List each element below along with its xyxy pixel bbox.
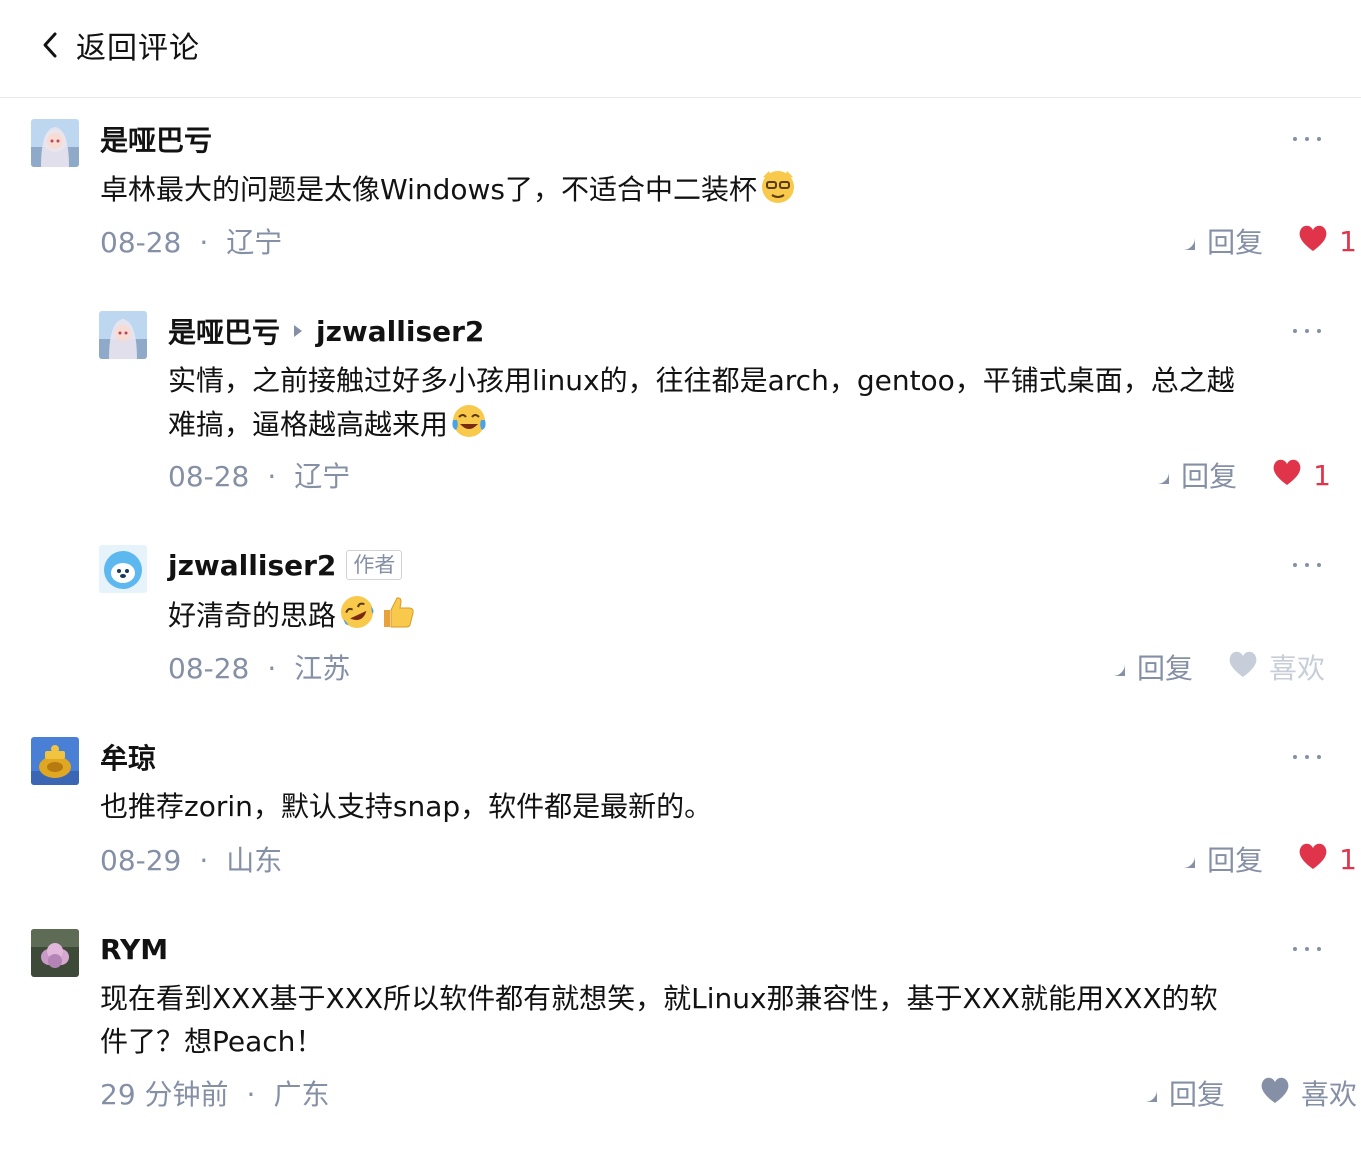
like-label: 喜欢: [1300, 1078, 1357, 1111]
meta-separator: ·: [267, 652, 277, 685]
comment-content: 卓林最大的问题是太像Windows了，不适合中二装杯: [100, 167, 797, 211]
reply-label: 回复: [1136, 652, 1193, 685]
like-count: 1: [1313, 458, 1331, 492]
comment-author[interactable]: 牟琼: [100, 737, 156, 777]
comment-content: 也推荐zorin，默认支持snap，软件都是最新的。: [100, 785, 712, 828]
reply-button[interactable]: 回复: [1169, 221, 1263, 261]
reply-to-arrow-icon: [294, 325, 303, 337]
comment-actions: 回复 喜欢: [1131, 1073, 1357, 1113]
comment-bubble-icon: [1169, 224, 1207, 259]
comment-text-line: 件了？想Peach！: [100, 1025, 324, 1058]
comment-meta: 29 分钟前 · 广东: [100, 1073, 329, 1113]
reply-button[interactable]: 回复: [1131, 1073, 1225, 1113]
like-button[interactable]: 1: [1271, 458, 1331, 493]
comment-reply: jzwalliser2 作者 好清奇的思路 08-28 · 江苏 回复 喜欢: [99, 545, 1331, 695]
comment-meta: 08-29 · 山东: [100, 839, 282, 879]
crying-laughing-emoji-icon: [450, 402, 488, 440]
comment-content: 好清奇的思路: [168, 593, 416, 637]
heart-outline-icon: [1227, 650, 1269, 685]
like-button[interactable]: 喜欢: [1259, 1073, 1357, 1113]
reply-label: 回复: [1168, 1078, 1225, 1111]
comment-text-line: 实情，之前接触过好多小孩用linux的，往往都是arch，gentoo，平铺式桌…: [168, 364, 1235, 397]
chevron-left-icon: [40, 30, 60, 60]
comment-location: 辽宁: [294, 460, 351, 493]
reply-button[interactable]: 回复: [1099, 647, 1193, 687]
reply-button[interactable]: 回复: [1169, 839, 1263, 879]
comment-location: 广东: [273, 1078, 330, 1111]
comment-text-line: 难搞，逼格越高越来用: [168, 408, 449, 441]
comment: RYM 现在看到XXX基于XXX所以软件都有就想笑，就Linux那兼容性，基于X…: [31, 929, 1357, 1119]
avatar[interactable]: [99, 545, 147, 593]
avatar[interactable]: [31, 737, 79, 785]
comment-location: 山东: [226, 844, 283, 877]
comment-actions: 回复 1: [1143, 455, 1331, 495]
comment-author[interactable]: jzwalliser2: [168, 549, 336, 582]
thumbs-up-emoji-icon: [378, 593, 416, 631]
comment-date: 29 分钟前: [100, 1078, 229, 1111]
meta-separator: ·: [246, 1078, 256, 1111]
heart-filled-icon: [1297, 224, 1339, 259]
heart-filled-icon: [1271, 458, 1313, 493]
comment-bubble-icon: [1143, 458, 1181, 493]
comment-actions: 回复 1: [1169, 839, 1357, 879]
back-label: 返回评论: [76, 31, 200, 66]
reply-to-user[interactable]: jzwalliser2: [316, 315, 484, 348]
comment-meta: 08-28 · 辽宁: [168, 455, 350, 495]
more-icon[interactable]: [1293, 747, 1321, 767]
comment-author[interactable]: 是哑巴亏: [168, 311, 280, 351]
comment-bubble-icon: [1131, 1076, 1169, 1111]
comment-actions: 回复 喜欢: [1099, 647, 1325, 687]
comment-date: 08-29: [100, 844, 182, 877]
meta-separator: ·: [199, 844, 209, 877]
header: 返回评论: [0, 0, 1361, 98]
meta-separator: ·: [199, 226, 209, 259]
comment-content: 实情，之前接触过好多小孩用linux的，往往都是arch，gentoo，平铺式桌…: [168, 359, 1235, 446]
avatar[interactable]: [99, 311, 147, 359]
comment-bubble-icon: [1169, 842, 1207, 877]
comment-date: 08-28: [100, 226, 182, 259]
reply-label: 回复: [1207, 844, 1264, 877]
reply-button[interactable]: 回复: [1143, 455, 1237, 495]
comment-meta: 08-28 · 江苏: [168, 647, 350, 687]
heart-filled-icon: [1297, 842, 1339, 877]
comment-text: 卓林最大的问题是太像Windows了，不适合中二装杯: [100, 173, 757, 206]
like-count: 1: [1339, 842, 1357, 876]
reply-label: 回复: [1207, 226, 1264, 259]
comment-location: 江苏: [294, 652, 351, 685]
avatar[interactable]: [31, 929, 79, 977]
back-to-comments-button[interactable]: 返回评论: [40, 22, 200, 68]
meta-separator: ·: [267, 460, 277, 493]
avatar[interactable]: [31, 119, 79, 167]
comment-date: 08-28: [168, 460, 250, 493]
comment-actions: 回复 1: [1169, 221, 1357, 261]
comment-text: 也推荐zorin，默认支持snap，软件都是最新的。: [100, 790, 713, 823]
like-count: 1: [1339, 224, 1357, 258]
comment-content: 现在看到XXX基于XXX所以软件都有就想笑，就Linux那兼容性，基于XXX就能…: [100, 977, 1218, 1063]
comment-reply: 是哑巴亏 jzwalliser2 实情，之前接触过好多小孩用linux的，往往都…: [99, 311, 1331, 501]
heart-icon: [1259, 1076, 1301, 1111]
reply-label: 回复: [1181, 460, 1238, 493]
author-badge: 作者: [346, 550, 403, 580]
like-label: 喜欢: [1268, 652, 1325, 685]
like-button[interactable]: 1: [1297, 224, 1357, 259]
comment-meta: 08-28 · 辽宁: [100, 221, 282, 261]
like-button[interactable]: 1: [1297, 842, 1357, 877]
comment-text-line: 现在看到XXX基于XXX所以软件都有就想笑，就Linux那兼容性，基于XXX就能…: [100, 982, 1218, 1015]
comment-date: 08-28: [168, 652, 250, 685]
comment-text: 好清奇的思路: [168, 599, 337, 632]
more-icon[interactable]: [1293, 555, 1321, 575]
comment-author[interactable]: RYM: [100, 933, 168, 966]
comment: 牟琼 也推荐zorin，默认支持snap，软件都是最新的。 08-29 · 山东 回…: [31, 737, 1357, 887]
more-icon[interactable]: [1293, 129, 1321, 149]
like-button[interactable]: 喜欢: [1227, 647, 1325, 687]
comment-bubble-icon: [1099, 650, 1137, 685]
comment: 是哑巴亏 卓林最大的问题是太像Windows了，不适合中二装杯 08-28 · 辽宁…: [31, 119, 1357, 269]
comment-location: 辽宁: [226, 226, 283, 259]
more-icon[interactable]: [1293, 321, 1321, 341]
comment-author[interactable]: 是哑巴亏: [100, 119, 212, 159]
rolling-laughing-emoji-icon: [338, 593, 376, 631]
cool-face-emoji-icon: [759, 167, 797, 205]
more-icon[interactable]: [1293, 939, 1321, 959]
